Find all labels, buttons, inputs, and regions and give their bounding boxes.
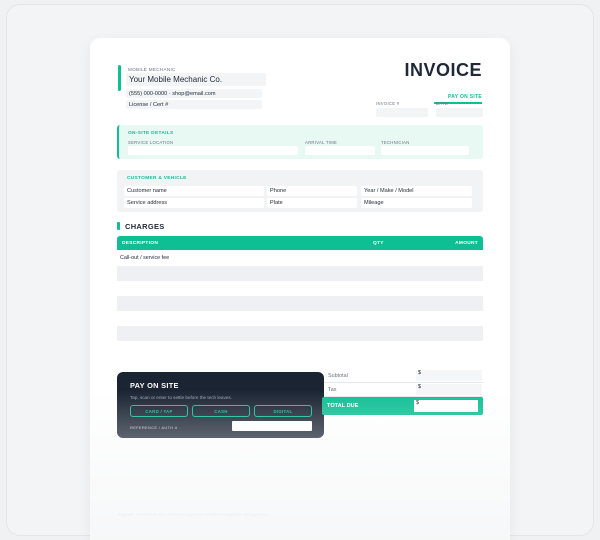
total-due-label: TOTAL DUE	[327, 403, 359, 409]
phone-field[interactable]: Phone	[267, 186, 357, 196]
service-address-field[interactable]: Service address	[124, 198, 264, 208]
table-row[interactable]	[117, 281, 483, 296]
subtotal-label: Subtotal	[328, 373, 348, 379]
payment-mode-label: PAY ON SITE	[448, 94, 483, 100]
pay-panel-title: PAY ON SITE	[130, 381, 179, 390]
reference-input[interactable]	[232, 421, 312, 431]
charges-accent-bar	[117, 222, 120, 230]
card-tap-button[interactable]: CARD / TAP	[130, 405, 188, 417]
subtotal-value[interactable]: $	[416, 370, 482, 381]
column-description: DESCRIPTION	[122, 241, 159, 246]
customer-name-field[interactable]: Customer name	[124, 186, 264, 196]
pay-panel-subtitle: Tap, scan or enter to settle before the …	[130, 395, 232, 400]
invoice-title: INVOICE	[404, 60, 482, 80]
customer-section-title: CUSTOMER & VEHICLE	[127, 176, 187, 181]
technician-input[interactable]	[381, 146, 469, 155]
table-row[interactable]	[117, 326, 483, 341]
total-due-row: TOTAL DUE $	[322, 397, 483, 415]
invoice-document: MOBILE MECHANIC Your Mobile Mechanic Co.…	[90, 38, 510, 540]
business-tag: MOBILE MECHANIC	[128, 67, 176, 72]
service-location-label: SERVICE LOCATION	[128, 140, 174, 145]
invoice-number-input[interactable]	[376, 108, 428, 117]
column-amount: AMOUNT	[455, 241, 478, 246]
column-qty: QTY	[373, 241, 384, 246]
table-row[interactable]: Call-out / service fee	[117, 250, 483, 265]
date-label: DATE	[436, 101, 449, 106]
footer-note: Payment received on site. Customer signa…	[118, 512, 269, 517]
customer-vehicle-section: CUSTOMER & VEHICLE Customer name Phone Y…	[117, 170, 483, 212]
brand-accent-bar	[118, 65, 121, 91]
charges-title: CHARGES	[125, 222, 165, 231]
business-contact-field[interactable]: (555) 000-0000 · shop@email.com	[126, 89, 262, 98]
charges-table-header: DESCRIPTION QTY AMOUNT	[117, 236, 483, 250]
mileage-field[interactable]: Mileage	[361, 198, 472, 208]
table-row[interactable]	[117, 341, 483, 356]
digital-button[interactable]: DIGITAL	[254, 405, 312, 417]
reference-label: REFERENCE / AUTH #	[130, 425, 178, 430]
cash-button[interactable]: CASH	[192, 405, 250, 417]
table-row[interactable]	[117, 266, 483, 281]
service-location-input[interactable]	[128, 146, 298, 155]
arrival-time-input[interactable]	[305, 146, 375, 155]
tax-row: Tax $	[324, 384, 483, 397]
business-name-field[interactable]: Your Mobile Mechanic Co.	[126, 73, 266, 86]
pay-on-site-panel: PAY ON SITE Tap, scan or enter to settle…	[117, 372, 324, 438]
plate-field[interactable]: Plate	[267, 198, 357, 208]
onsite-section-title: ON-SITE DETAILS	[128, 131, 174, 136]
subtotal-row: Subtotal $	[324, 370, 483, 383]
table-row[interactable]	[117, 311, 483, 326]
arrival-time-label: ARRIVAL TIME	[305, 140, 338, 145]
tax-value[interactable]: $	[416, 384, 482, 395]
onsite-details-section: ON-SITE DETAILS SERVICE LOCATION ARRIVAL…	[117, 125, 483, 159]
technician-label: TECHNICIAN	[381, 140, 410, 145]
vehicle-field[interactable]: Year / Make / Model	[361, 186, 472, 196]
invoice-number-label: INVOICE #	[376, 101, 400, 106]
table-row[interactable]	[117, 296, 483, 311]
tax-label: Tax	[328, 387, 337, 393]
license-field[interactable]: License / Cert #	[126, 100, 262, 109]
date-input[interactable]	[436, 108, 483, 117]
total-due-value[interactable]: $	[414, 400, 478, 412]
